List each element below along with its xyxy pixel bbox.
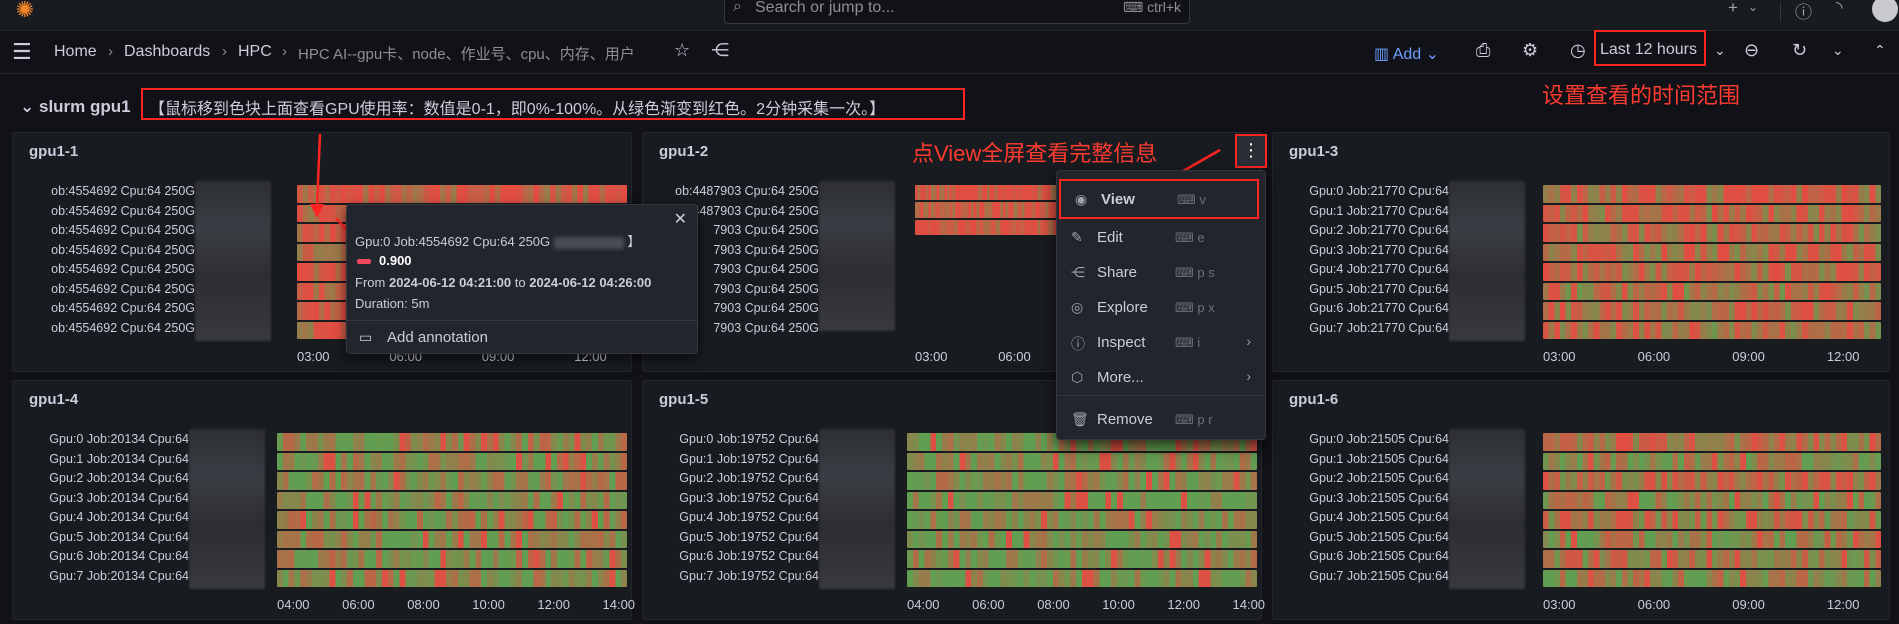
menu-shortcut: ⌨ p r <box>1175 412 1213 427</box>
menu-item-edit[interactable]: ✎ Edit ⌨ e <box>1057 223 1265 253</box>
tooltip-title: Gpu:0 Job:4554692 Cpu:64 250G 】 <box>355 231 640 250</box>
close-icon[interactable]: ✕ <box>674 209 687 229</box>
add-annotation-button[interactable]: Add annotation <box>387 329 488 346</box>
menu-label: Share <box>1097 264 1138 281</box>
heatmap-tooltip: ✕ Gpu:0 Job:4554692 Cpu:64 250G 】 0.900 … <box>346 204 698 354</box>
value-swatch <box>357 259 371 264</box>
menu-shortcut: ⌨ p x <box>1175 300 1215 315</box>
comment-icon: ▭ <box>359 329 373 345</box>
menu-shortcut: ⌨ p s <box>1175 265 1215 280</box>
menu-shortcut: ⌨ e <box>1175 230 1205 245</box>
blurred-user <box>553 236 624 249</box>
compass-icon: ◎ <box>1071 299 1084 315</box>
menu-label: Inspect <box>1097 334 1146 351</box>
tooltip-title-text: Gpu:0 Job:4554692 Cpu:64 250G <box>355 234 551 249</box>
menu-label: Edit <box>1097 229 1123 246</box>
menu-label: More... <box>1097 369 1144 386</box>
menu-item-inspect[interactable]: ⓘ Inspect ⌨ i › <box>1057 328 1265 358</box>
menu-shortcut: ⌨ i <box>1175 335 1201 350</box>
tooltip-range: From 2024-06-12 04:21:00 to 2024-06-12 0… <box>355 275 651 290</box>
panel-menu: ◉ View ⌨ v ✎ Edit ⌨ e ⋲ Share ⌨ p s ◎ Ex… <box>1056 170 1266 440</box>
tooltip-value: 0.900 <box>379 253 412 268</box>
tooltip-duration: Duration: 5m <box>355 296 430 311</box>
to-word: to <box>514 275 526 290</box>
menu-shortcut: ⌨ v <box>1177 192 1206 207</box>
chevron-right-icon: › <box>1246 368 1251 384</box>
menu-item-explore[interactable]: ◎ Explore ⌨ p x <box>1057 293 1265 323</box>
annotation-arrows <box>310 133 1221 268</box>
arrow-line <box>315 133 322 207</box>
divider <box>347 320 697 321</box>
trash-icon: 🗑 <box>1071 411 1089 427</box>
menu-item-more[interactable]: ⬡ More... › <box>1057 363 1265 393</box>
menu-item-remove[interactable]: 🗑 Remove ⌨ p r <box>1057 405 1265 435</box>
menu-label: View <box>1101 191 1135 208</box>
from-time: 2024-06-12 04:21:00 <box>388 275 512 290</box>
divider <box>1057 395 1265 396</box>
menu-label: Explore <box>1097 299 1148 316</box>
share-icon: ⋲ <box>1071 264 1085 280</box>
eye-icon: ◉ <box>1075 191 1088 207</box>
menu-item-share[interactable]: ⋲ Share ⌨ p s <box>1057 258 1265 288</box>
menu-item-view[interactable]: ◉ View ⌨ v <box>1059 179 1259 219</box>
chevron-right-icon: › <box>1246 333 1251 349</box>
menu-label: Remove <box>1097 411 1153 428</box>
cube-icon: ⬡ <box>1071 369 1084 385</box>
to-time: 2024-06-12 04:26:00 <box>529 275 652 290</box>
tooltip-title-tail: 】 <box>627 234 641 249</box>
view-annotation: 点View全屏查看完整信息 <box>912 141 1158 166</box>
from-word: From <box>355 275 386 290</box>
edit-icon: ✎ <box>1071 229 1083 245</box>
arrow-head <box>310 204 324 218</box>
info-icon: ⓘ <box>1071 336 1085 352</box>
panel-menu-button[interactable]: ⋮ <box>1235 134 1267 168</box>
